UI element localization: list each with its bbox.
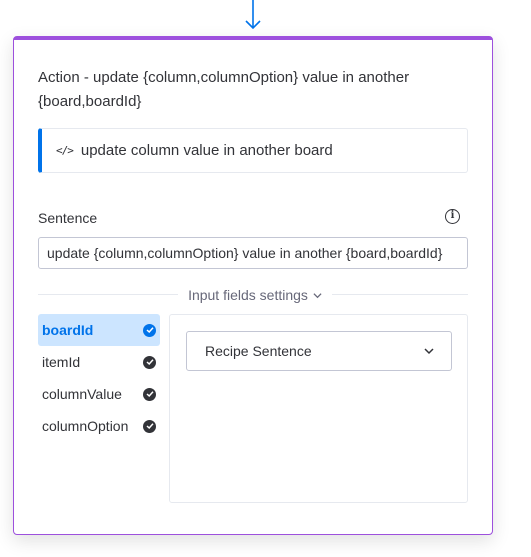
- field-settings-panel: Recipe Sentence: [169, 314, 468, 503]
- dropdown-value: Recipe Sentence: [205, 343, 312, 359]
- check-circle-icon: [143, 387, 156, 401]
- action-code-label: update column value in another board: [80, 142, 333, 159]
- field-item-itemId[interactable]: itemId: [38, 346, 160, 378]
- input-fields-settings-toggle[interactable]: Input fields settings: [178, 285, 332, 305]
- field-item-boardId[interactable]: boardId: [38, 314, 160, 346]
- sentence-input[interactable]: [38, 237, 468, 269]
- action-title: Action - update {column,columnOption} va…: [38, 69, 410, 110]
- field-list: boardId itemId columnValue columnOption: [38, 314, 160, 442]
- recipe-sentence-dropdown[interactable]: Recipe Sentence: [186, 331, 452, 371]
- action-code-box[interactable]: </> update column value in another board: [38, 128, 468, 173]
- chevron-down-icon: [424, 348, 434, 355]
- chevron-down-icon: [313, 292, 322, 298]
- field-item-label: columnOption: [42, 418, 129, 434]
- settings-toggle-label: Input fields settings: [188, 287, 308, 303]
- field-item-label: itemId: [42, 354, 81, 370]
- check-circle-icon: [143, 419, 156, 433]
- divider-left: [38, 294, 178, 295]
- code-icon: </>: [56, 144, 74, 157]
- check-circle-icon: [143, 323, 156, 337]
- divider-right: [332, 294, 468, 295]
- field-item-columnValue[interactable]: columnValue: [38, 378, 160, 410]
- field-item-label: columnValue: [42, 386, 122, 402]
- field-item-label: boardId: [42, 322, 94, 338]
- field-item-columnOption[interactable]: columnOption: [38, 410, 160, 442]
- info-icon[interactable]: i: [445, 209, 460, 224]
- sentence-label: Sentence: [38, 210, 98, 226]
- action-card: Action - update {column,columnOption} va…: [13, 36, 493, 535]
- check-circle-icon: [143, 355, 156, 369]
- connector-arrow-icon: [245, 0, 261, 30]
